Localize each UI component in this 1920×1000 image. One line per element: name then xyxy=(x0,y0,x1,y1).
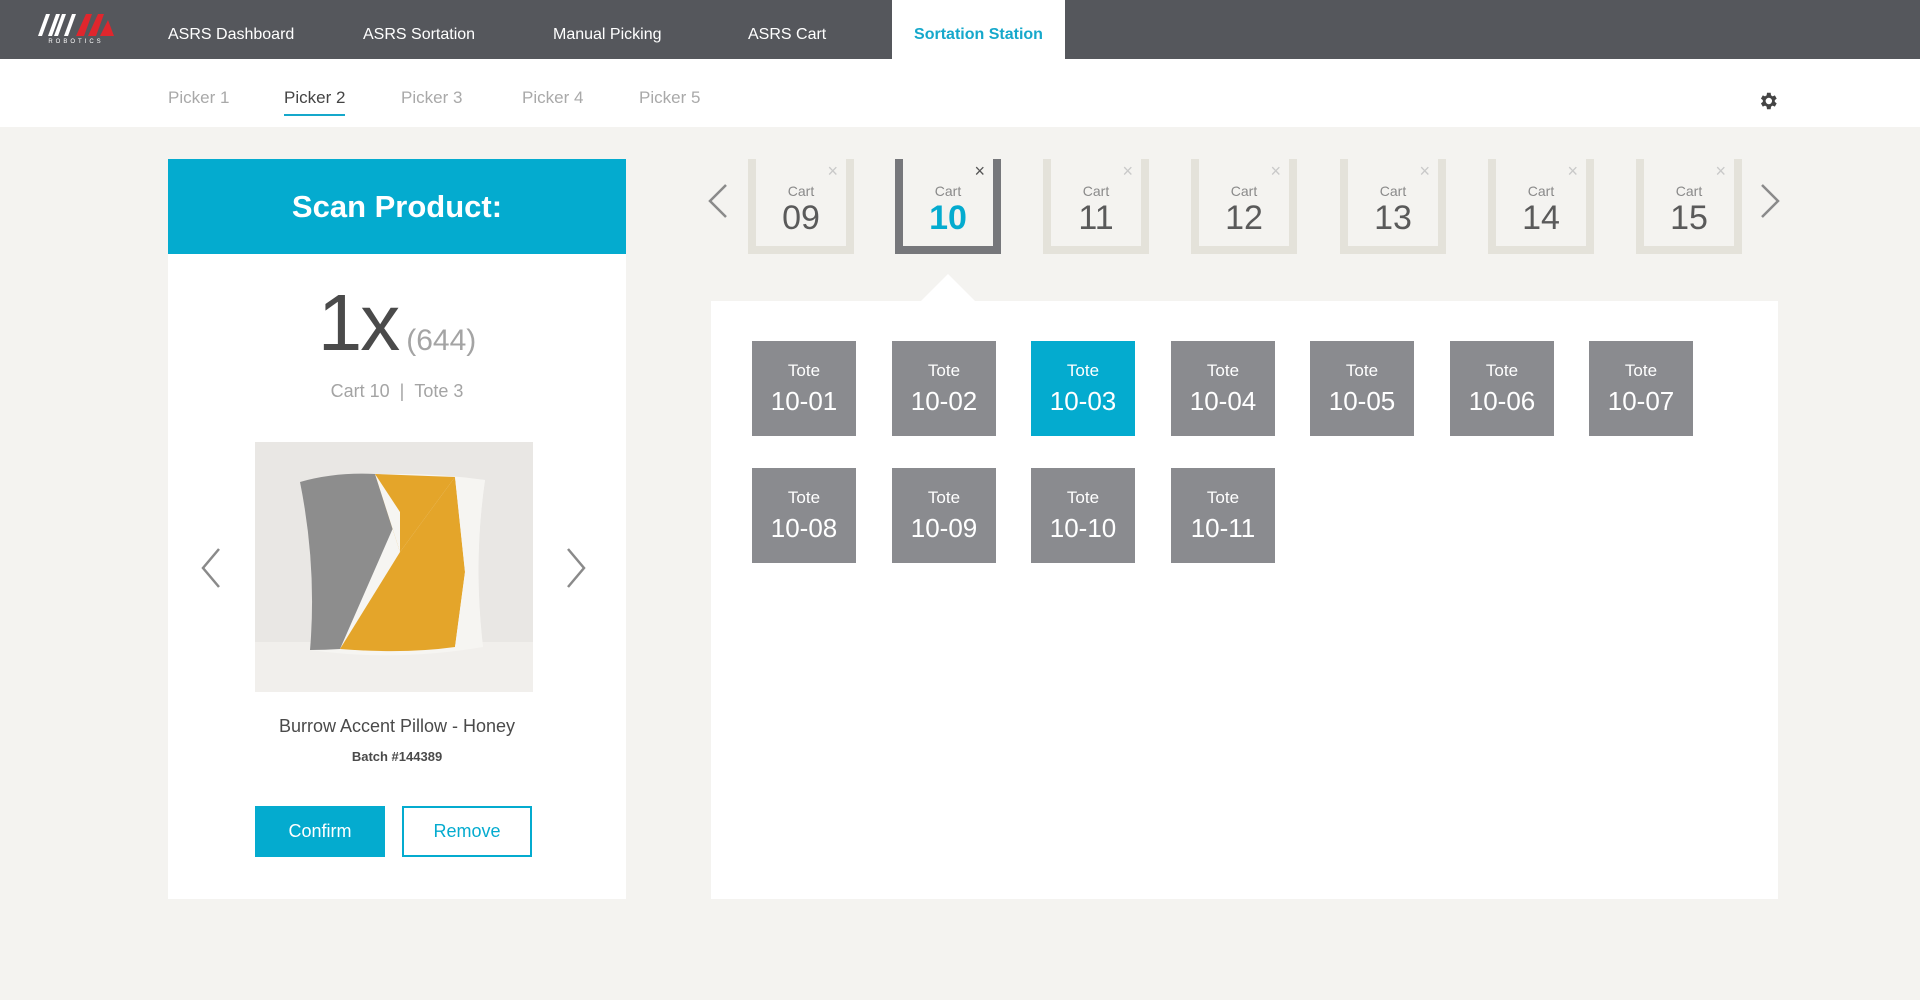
cart-number: 10 xyxy=(929,199,967,237)
cart-label: Cart xyxy=(1379,183,1407,199)
cart-number: 09 xyxy=(782,199,820,237)
remove-button[interactable]: Remove xyxy=(402,806,532,857)
cart-number: 11 xyxy=(1078,199,1114,237)
logo-subtitle: ROBOTICS xyxy=(48,39,104,45)
product-batch: Batch #144389 xyxy=(351,749,443,764)
tote-label: Tote xyxy=(1206,361,1240,380)
cart-label: Cart xyxy=(1082,183,1110,199)
cart-label: Cart xyxy=(1675,183,1703,199)
top-nav: ROBOTICS ASRS Dashboard ASRS Sortation M… xyxy=(0,0,1920,59)
selected-cart-pointer xyxy=(921,274,975,301)
nav-asrs-cart[interactable]: ASRS Cart xyxy=(748,0,826,59)
brand-logo[interactable]: ROBOTICS xyxy=(36,10,116,50)
tote-10-04[interactable]: Tote 10-04 xyxy=(1171,341,1275,436)
cart-label: Cart xyxy=(787,183,815,199)
cart-09[interactable]: × Cart 09 xyxy=(748,159,854,254)
tote-label: Tote xyxy=(1345,361,1379,380)
tote-number: 10-07 xyxy=(1607,386,1675,416)
prev-cart-arrow-icon[interactable] xyxy=(707,183,729,219)
cart-number: 15 xyxy=(1670,199,1708,237)
next-cart-arrow-icon[interactable] xyxy=(1759,183,1781,219)
tote-label: Tote xyxy=(1066,488,1100,507)
tote-label: Tote xyxy=(1624,361,1658,380)
cart-label: Cart xyxy=(1527,183,1555,199)
tote-10-07[interactable]: Tote 10-07 xyxy=(1589,341,1693,436)
cart-13[interactable]: × Cart 13 xyxy=(1340,159,1446,254)
tote-number: 10-06 xyxy=(1468,386,1536,416)
tote-number: 10-01 xyxy=(770,386,838,416)
tote-label: Tote xyxy=(1066,361,1100,380)
cart-10[interactable]: × Cart 10 xyxy=(895,159,1001,254)
tote-10-02[interactable]: Tote 10-02 xyxy=(892,341,996,436)
tote-number: 10-11 xyxy=(1190,513,1256,543)
next-product-arrow-icon[interactable] xyxy=(565,547,587,589)
nav-asrs-dashboard[interactable]: ASRS Dashboard xyxy=(168,0,294,59)
tote-10-01[interactable]: Tote 10-01 xyxy=(752,341,856,436)
quantity-display: 1x (644) xyxy=(168,277,626,369)
picker-tabs-bar: Picker 1 Picker 2 Picker 3 Picker 4 Pick… xyxy=(0,59,1920,127)
cart-label: Cart xyxy=(1230,183,1258,199)
location-separator: | xyxy=(399,381,405,401)
tote-10-08[interactable]: Tote 10-08 xyxy=(752,468,856,563)
product-location: Cart 10 | Tote 3 xyxy=(168,381,626,402)
nav-sortation-station[interactable]: Sortation Station xyxy=(892,0,1065,59)
scan-product-panel: Scan Product: 1x (644) Cart 10 | Tote 3 B… xyxy=(168,159,626,899)
tote-label: Tote xyxy=(927,488,961,507)
nav-asrs-sortation[interactable]: ASRS Sortation xyxy=(363,0,475,59)
tote-number: 10-09 xyxy=(910,513,978,543)
tote-10-03[interactable]: Tote 10-03 xyxy=(1031,341,1135,436)
tote-number: 10-10 xyxy=(1049,513,1117,543)
close-icon[interactable]: × xyxy=(1122,161,1133,182)
nav-manual-picking[interactable]: Manual Picking xyxy=(553,0,662,59)
cart-14[interactable]: × Cart 14 xyxy=(1488,159,1594,254)
cart-11[interactable]: × Cart 11 xyxy=(1043,159,1149,254)
tote-10-11[interactable]: Tote 10-11 xyxy=(1171,468,1275,563)
cart-number: 12 xyxy=(1225,199,1263,237)
cart-15[interactable]: × Cart 15 xyxy=(1636,159,1742,254)
tote-label: Tote xyxy=(1206,488,1240,507)
tab-picker-5[interactable]: Picker 5 xyxy=(639,88,700,114)
tote-10-05[interactable]: Tote 10-05 xyxy=(1310,341,1414,436)
tote-number: 10-04 xyxy=(1189,386,1257,416)
tote-10-06[interactable]: Tote 10-06 xyxy=(1450,341,1554,436)
confirm-button[interactable]: Confirm xyxy=(255,806,385,857)
location-cart: Cart 10 xyxy=(330,381,390,401)
tab-picker-4[interactable]: Picker 4 xyxy=(522,88,583,114)
tote-label: Tote xyxy=(927,361,961,380)
tote-number: 10-02 xyxy=(910,386,978,416)
tote-number: 10-03 xyxy=(1049,386,1117,416)
totes-panel: Tote 10-01 Tote 10-02 Tote 10-03 Tote 10… xyxy=(711,301,1778,899)
cart-number: 13 xyxy=(1374,199,1412,237)
tab-picker-3[interactable]: Picker 3 xyxy=(401,88,462,114)
product-name: Burrow Accent Pillow - Honey xyxy=(278,716,516,736)
close-icon[interactable]: × xyxy=(1419,161,1430,182)
tab-picker-1[interactable]: Picker 1 xyxy=(168,88,229,114)
tote-label: Tote xyxy=(787,488,821,507)
close-icon[interactable]: × xyxy=(974,161,985,182)
gear-icon[interactable] xyxy=(1757,90,1779,112)
close-icon[interactable]: × xyxy=(1270,161,1281,182)
logo-mark-icon xyxy=(38,14,114,36)
tab-picker-2[interactable]: Picker 2 xyxy=(284,88,346,116)
tote-number: 10-08 xyxy=(770,513,838,543)
location-tote: Tote 3 xyxy=(414,381,464,401)
close-icon[interactable]: × xyxy=(1567,161,1578,182)
tote-10-10[interactable]: Tote 10-10 xyxy=(1031,468,1135,563)
close-icon[interactable]: × xyxy=(827,161,838,182)
close-icon[interactable]: × xyxy=(1715,161,1726,182)
product-image xyxy=(255,442,533,692)
tote-label: Tote xyxy=(1485,361,1519,380)
quantity-value: 1x xyxy=(317,278,400,367)
tote-10-09[interactable]: Tote 10-09 xyxy=(892,468,996,563)
cart-number: 14 xyxy=(1522,199,1560,237)
tote-label: Tote xyxy=(787,361,821,380)
cart-12[interactable]: × Cart 12 xyxy=(1191,159,1297,254)
prev-product-arrow-icon[interactable] xyxy=(200,547,222,589)
cart-label: Cart xyxy=(934,183,962,199)
scan-product-title: Scan Product: xyxy=(168,159,626,254)
quantity-total: (644) xyxy=(406,324,477,357)
tote-number: 10-05 xyxy=(1328,386,1396,416)
